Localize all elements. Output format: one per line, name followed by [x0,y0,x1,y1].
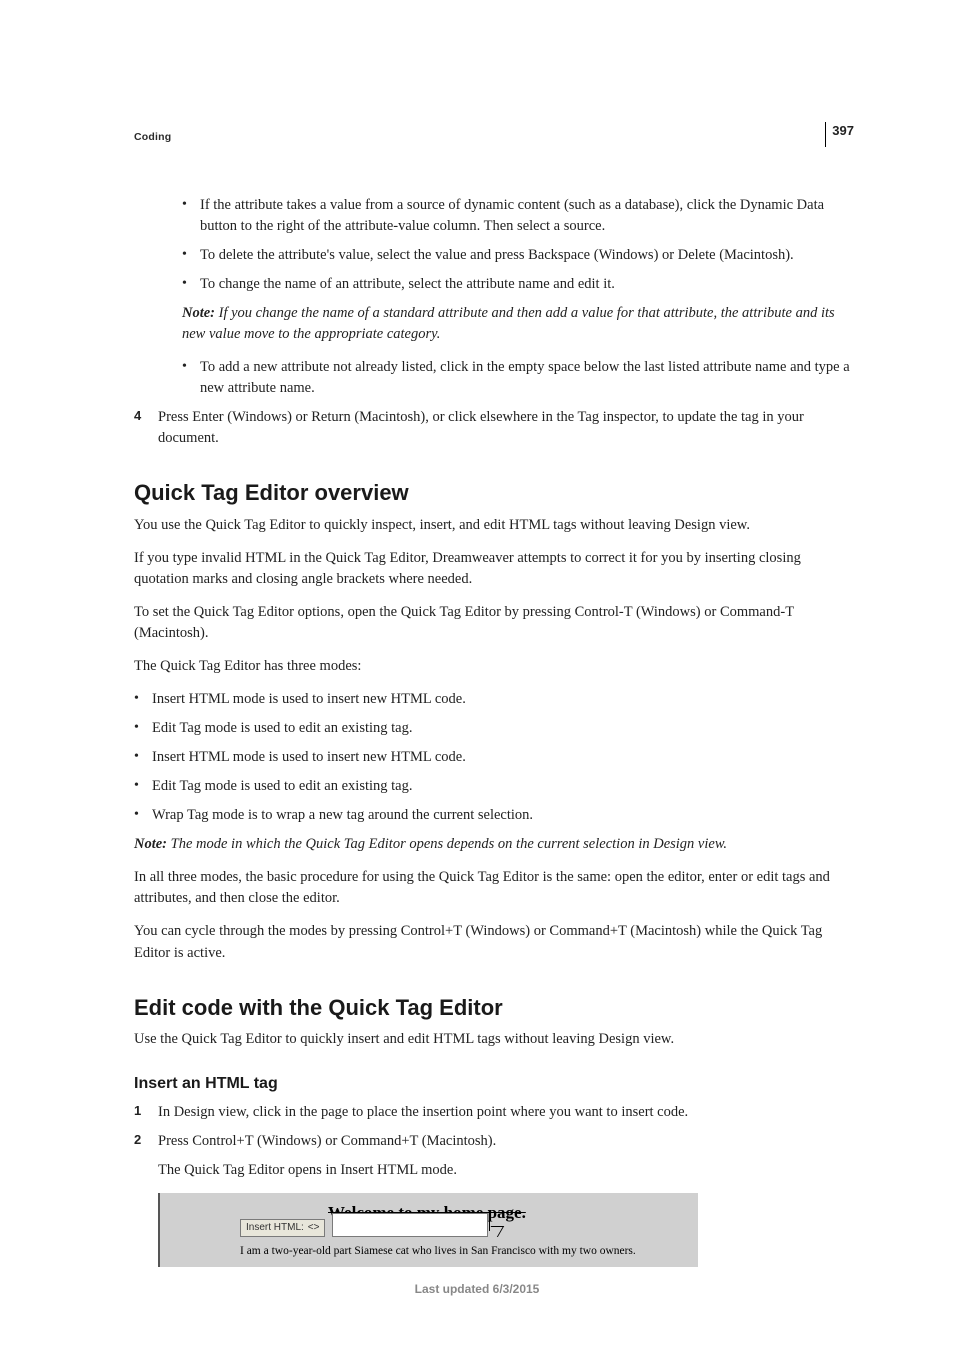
list-item: Insert HTML mode is used to insert new H… [134,747,854,768]
insert-html-label-box: Insert HTML: <> [240,1219,325,1238]
paragraph: If you type invalid HTML in the Quick Ta… [134,548,854,590]
note-text: The mode in which the Quick Tag Editor o… [171,836,727,852]
figure-quick-tag-editor: Welcome to my home page. Insert HTML: <>… [158,1193,698,1267]
text-cursor-icon [489,1211,504,1231]
bullet-list: Insert HTML mode is used to insert new H… [134,689,854,826]
paragraph: You can cycle through the modes by press… [134,921,854,963]
section-heading: Quick Tag Editor overview [134,477,854,509]
paragraph: In all three modes, the basic procedure … [134,867,854,909]
step-number: 4 [134,407,141,426]
list-item: Edit Tag mode is used to edit an existin… [134,718,854,739]
step-number: 1 [134,1102,141,1121]
list-item: To delete the attribute's value, select … [182,245,854,266]
note-block: Note: If you change the name of a standa… [182,303,854,345]
footer-last-updated: Last updated 6/3/2015 [0,1281,954,1298]
step-text: Press Control+T (Windows) or Command+T (… [158,1133,496,1149]
note-label: Note: [134,836,167,852]
step-item: 1 In Design view, click in the page to p… [134,1102,854,1123]
bullet-list: If the attribute takes a value from a so… [182,195,854,295]
page: Coding 397 If the attribute takes a valu… [0,0,954,1350]
step-number: 2 [134,1131,141,1150]
paragraph: Use the Quick Tag Editor to quickly inse… [134,1029,854,1050]
list-item: Wrap Tag mode is to wrap a new tag aroun… [134,805,854,826]
step-text: In Design view, click in the page to pla… [158,1104,688,1120]
running-header: Coding [134,130,854,145]
insert-html-label: Insert HTML: [246,1221,304,1236]
step-item: 2 Press Control+T (Windows) or Command+T… [134,1131,854,1152]
paragraph: You use the Quick Tag Editor to quickly … [134,515,854,536]
page-number: 397 [825,122,854,147]
insert-html-input[interactable] [332,1213,488,1237]
list-item: Insert HTML mode is used to insert new H… [134,689,854,710]
section-heading: Edit code with the Quick Tag Editor [134,992,854,1024]
figure-inner: Welcome to my home page. Insert HTML: <>… [168,1199,698,1261]
figure-heading-tail: ge. [506,1203,526,1222]
step-item: 4 Press Enter (Windows) or Return (Macin… [134,407,854,449]
code-glyph-icon: <> [308,1221,320,1236]
step-list: 4 Press Enter (Windows) or Return (Macin… [134,407,854,449]
list-item: If the attribute takes a value from a so… [182,195,854,237]
subsection-heading: Insert an HTML tag [134,1072,854,1095]
note-text: If you change the name of a standard att… [182,305,835,342]
list-item: Edit Tag mode is used to edit an existin… [134,776,854,797]
paragraph: The Quick Tag Editor has three modes: [134,656,854,677]
note-label: Note: [182,305,215,321]
bullet-list: To add a new attribute not already liste… [182,357,854,399]
paragraph: To set the Quick Tag Editor options, ope… [134,602,854,644]
list-item: To add a new attribute not already liste… [182,357,854,399]
figure-subtext: I am a two-year-old part Siamese cat who… [240,1243,636,1260]
step-text: Press Enter (Windows) or Return (Macinto… [158,409,804,446]
note-block: Note: The mode in which the Quick Tag Ed… [134,834,854,855]
list-item: To change the name of an attribute, sele… [182,274,854,295]
step-list: 1 In Design view, click in the page to p… [134,1102,854,1152]
paragraph: The Quick Tag Editor opens in Insert HTM… [158,1160,854,1181]
content-body: If the attribute takes a value from a so… [134,195,854,1266]
